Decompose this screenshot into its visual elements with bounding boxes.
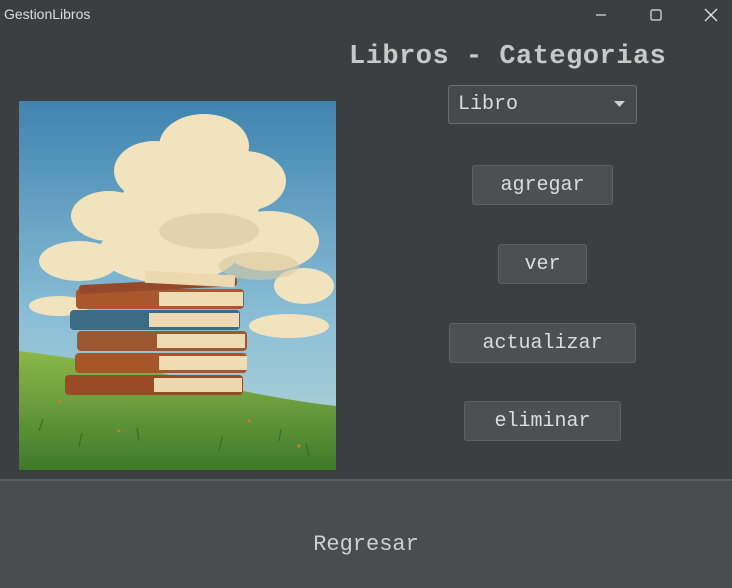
chevron-down-icon	[614, 101, 625, 107]
page-title: Libros - Categorias	[349, 42, 667, 72]
window-title: GestionLibros	[4, 6, 91, 22]
update-button[interactable]: actualizar	[449, 323, 636, 363]
maximize-icon	[650, 9, 662, 21]
category-select-value: Libro	[458, 93, 519, 116]
maximize-button[interactable]	[633, 0, 679, 30]
title-bar: GestionLibros	[0, 0, 732, 30]
view-button[interactable]: ver	[498, 244, 587, 284]
close-button[interactable]	[688, 0, 732, 30]
back-button[interactable]: Regresar	[0, 500, 732, 588]
category-select[interactable]: Libro	[448, 85, 637, 124]
books-illustration	[19, 101, 336, 470]
delete-button[interactable]: eliminar	[464, 401, 621, 441]
add-button[interactable]: agregar	[472, 165, 613, 205]
minimize-icon	[596, 14, 606, 16]
minimize-button[interactable]	[578, 0, 624, 30]
close-icon	[704, 8, 718, 22]
